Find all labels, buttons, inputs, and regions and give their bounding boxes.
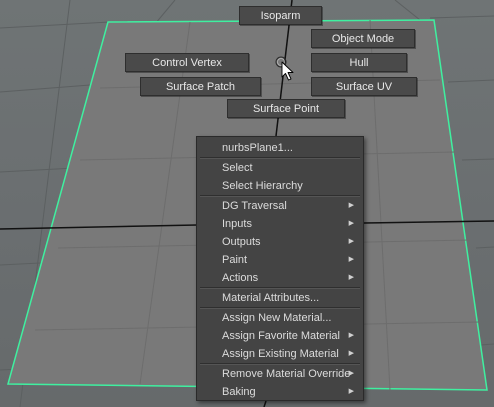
- triangle-right-icon: ▶: [348, 350, 354, 357]
- menu-item-label: Baking: [222, 386, 256, 398]
- triangle-right-icon: ▶: [348, 370, 354, 377]
- menu-item-label: Assign Favorite Material: [222, 330, 340, 342]
- triangle-right-icon: ▶: [348, 256, 354, 263]
- menu-item-select[interactable]: Select: [197, 159, 363, 177]
- marking-menu-isoparm-button[interactable]: Isoparm: [239, 6, 322, 25]
- menu-item-label: Outputs: [222, 236, 261, 248]
- menu-item-material-attributes[interactable]: Material Attributes...: [197, 289, 363, 307]
- menu-item-label: Paint: [222, 254, 248, 266]
- marking-menu-hull-button[interactable]: Hull: [311, 53, 407, 72]
- menu-item-assign-existing-material[interactable]: Assign Existing Material ▶: [197, 345, 363, 363]
- menu-item-label: Assign Existing Material: [222, 348, 339, 360]
- 3d-viewport[interactable]: Isoparm Object Mode Control Vertex Hull …: [0, 0, 494, 407]
- menu-item-label: Inputs: [222, 218, 252, 230]
- menu-item-inputs[interactable]: Inputs ▶: [197, 215, 363, 233]
- menu-item-assign-new-material[interactable]: Assign New Material...: [197, 309, 363, 327]
- menu-item-label: Actions: [222, 272, 259, 284]
- triangle-right-icon: ▶: [348, 202, 354, 209]
- marking-menu-control-vertex-button[interactable]: Control Vertex: [125, 53, 249, 72]
- marking-menu-object-mode-button[interactable]: Object Mode: [311, 29, 415, 48]
- triangle-right-icon: ▶: [348, 388, 354, 395]
- menu-item-label: Remove Material Override: [222, 368, 351, 380]
- triangle-right-icon: ▶: [348, 220, 354, 227]
- menu-item-label: DG Traversal: [222, 200, 287, 212]
- marking-menu-surface-point-button[interactable]: Surface Point: [227, 99, 345, 118]
- marking-menu-surface-patch-button[interactable]: Surface Patch: [140, 77, 261, 96]
- menu-item-outputs[interactable]: Outputs ▶: [197, 233, 363, 251]
- menu-item-paint[interactable]: Paint ▶: [197, 251, 363, 269]
- triangle-right-icon: ▶: [348, 274, 354, 281]
- menu-item-assign-favorite-material[interactable]: Assign Favorite Material ▶: [197, 327, 363, 345]
- menu-item-object-name[interactable]: nurbsPlane1...: [197, 139, 363, 157]
- marking-menu-surface-uv-button[interactable]: Surface UV: [311, 77, 417, 96]
- menu-item-select-hierarchy[interactable]: Select Hierarchy: [197, 177, 363, 195]
- context-menu: nurbsPlane1... Select Select Hierarchy D…: [196, 136, 364, 401]
- triangle-right-icon: ▶: [348, 238, 354, 245]
- menu-item-actions[interactable]: Actions ▶: [197, 269, 363, 287]
- menu-item-dg-traversal[interactable]: DG Traversal ▶: [197, 197, 363, 215]
- axis-line-vertical-lower: [263, 400, 267, 407]
- triangle-right-icon: ▶: [348, 332, 354, 339]
- menu-item-baking[interactable]: Baking ▶: [197, 383, 363, 401]
- menu-item-remove-material-override[interactable]: Remove Material Override ▶: [197, 365, 363, 383]
